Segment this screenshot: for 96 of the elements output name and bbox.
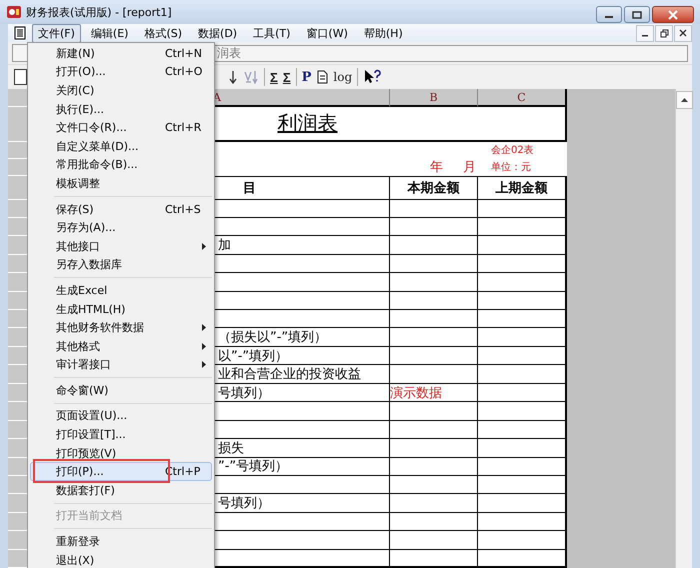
submenu-arrow-icon (202, 342, 206, 350)
submenu-arrow-icon (202, 361, 206, 368)
sort-down-icon[interactable] (228, 69, 238, 85)
row-header[interactable] (8, 476, 28, 494)
log-button[interactable]: log (333, 70, 352, 84)
scroll-up-icon[interactable] (676, 91, 692, 109)
row-header[interactable] (8, 439, 28, 458)
menu-item[interactable]: 退出(X) (30, 550, 212, 568)
sum-button[interactable]: Σ (270, 70, 278, 84)
menu-item[interactable]: 模板调整 (30, 174, 212, 193)
vertical-scrollbar[interactable] (675, 89, 692, 568)
menu-item[interactable]: 工具(T) (247, 24, 296, 42)
page-icon[interactable] (316, 70, 328, 84)
menu-item[interactable]: 文件口令(R)... Ctrl+R (30, 118, 212, 137)
close-icon (668, 10, 678, 20)
column-header[interactable]: B (390, 89, 478, 107)
close-icon (679, 29, 687, 37)
menu-item[interactable]: 自定义菜单(D)... (30, 136, 212, 156)
column-header[interactable]: C (478, 89, 567, 107)
restore-button[interactable] (655, 24, 673, 42)
row-header[interactable] (8, 218, 28, 236)
minimize-button[interactable] (596, 6, 622, 23)
row-header[interactable] (8, 550, 28, 568)
restore-icon (660, 28, 668, 38)
row-header[interactable] (8, 420, 28, 439)
minimize-button[interactable] (636, 24, 654, 42)
row-header[interactable] (8, 310, 28, 328)
close-button[interactable] (652, 6, 694, 23)
window-title: 财务报表(试用版) - [report1] (26, 4, 172, 20)
item-text: 号填列） (218, 495, 270, 512)
month-label: 月 (463, 159, 476, 176)
row-header[interactable] (8, 200, 28, 218)
menu-item[interactable]: 其他接口 (30, 236, 212, 256)
row-header[interactable] (8, 531, 28, 550)
menu-item[interactable]: 编辑(E) (84, 24, 134, 42)
menu-item[interactable]: 常用批命令(B)... (30, 156, 212, 174)
row-header[interactable] (8, 328, 28, 347)
p-button[interactable]: P (302, 70, 312, 84)
maximize-icon (632, 10, 642, 18)
menu-item[interactable]: 页面设置(U)... (30, 406, 212, 426)
menu-item[interactable]: 生成Excel (30, 281, 212, 300)
row-header[interactable] (8, 402, 28, 421)
menu-item[interactable]: 格式(S) (138, 24, 188, 42)
menu-item[interactable]: 打印预览(V) (30, 444, 212, 462)
sum-button[interactable]: Σ (282, 70, 291, 84)
row-header[interactable] (8, 384, 28, 402)
menu-item[interactable]: 生成HTML(H) (30, 300, 212, 318)
menu-item[interactable]: 另存入数据库 (30, 256, 212, 274)
maximize-button[interactable] (624, 6, 650, 23)
menu-item[interactable]: 窗口(W) (300, 24, 354, 42)
help-pointer-icon[interactable] (363, 69, 382, 85)
item-text: 业和合营企业的投资收益 (218, 366, 361, 383)
row-header[interactable] (8, 512, 28, 532)
menu-item[interactable]: 数据套打(F) (30, 481, 212, 500)
row-header[interactable] (8, 107, 28, 142)
app-icon (6, 4, 22, 20)
menu-item[interactable]: 命令窗(W) (30, 381, 212, 400)
row-header[interactable] (8, 458, 28, 476)
row-header[interactable] (8, 273, 28, 292)
row-header[interactable] (8, 176, 28, 200)
report-title: 利润表 (278, 110, 338, 137)
year-label: 年 (430, 159, 443, 176)
table-header-cell: 本期金额 (390, 176, 478, 200)
menu-item[interactable]: 另存为(A)... (30, 218, 212, 237)
row-header[interactable] (8, 365, 28, 384)
item-text: （损失以”-”填列） (218, 329, 328, 346)
item-text: 损失 (218, 440, 244, 457)
menu-item[interactable]: 文件(F) (32, 24, 81, 42)
menu-item[interactable]: 其他财务软件数据 (30, 318, 212, 337)
item-text: 以”-”填列） (218, 348, 288, 364)
table-header-cell: 上期金额 (478, 176, 567, 200)
corner-cell[interactable] (8, 89, 28, 107)
menu-item[interactable]: 其他格式 (30, 336, 212, 356)
demo-text: 演示数据 (390, 384, 442, 402)
menu-item[interactable]: 执行(E)... (30, 100, 212, 118)
menu-item[interactable]: 数据(D) (192, 24, 244, 42)
menu-item[interactable]: 帮助(H) (358, 24, 409, 42)
item-text: 号填列） (218, 384, 270, 402)
toolbar-button[interactable] (14, 69, 27, 85)
menu-item[interactable]: 重新登录 (30, 532, 212, 551)
row-header[interactable] (8, 494, 28, 513)
row-header[interactable] (8, 292, 28, 310)
close-button[interactable] (674, 24, 692, 42)
menu-item[interactable]: 审计署接口 (30, 356, 212, 374)
menu-item[interactable]: 打印设置[T]... (30, 425, 212, 444)
row-header[interactable] (8, 236, 28, 255)
menu-item[interactable]: 保存(S) Ctrl+S (30, 200, 212, 218)
submenu-arrow-icon (202, 242, 206, 250)
menu-item[interactable]: 关闭(C) (30, 81, 212, 100)
row-header[interactable] (8, 254, 28, 274)
row-header[interactable] (8, 346, 28, 366)
item-text: ”-”号填列） (218, 458, 288, 476)
item-text: 加 (218, 237, 231, 254)
submenu-arrow-icon (202, 324, 206, 332)
menu-item[interactable]: 打开(O)... Ctrl+O (30, 62, 212, 82)
document-icon[interactable] (14, 26, 26, 40)
